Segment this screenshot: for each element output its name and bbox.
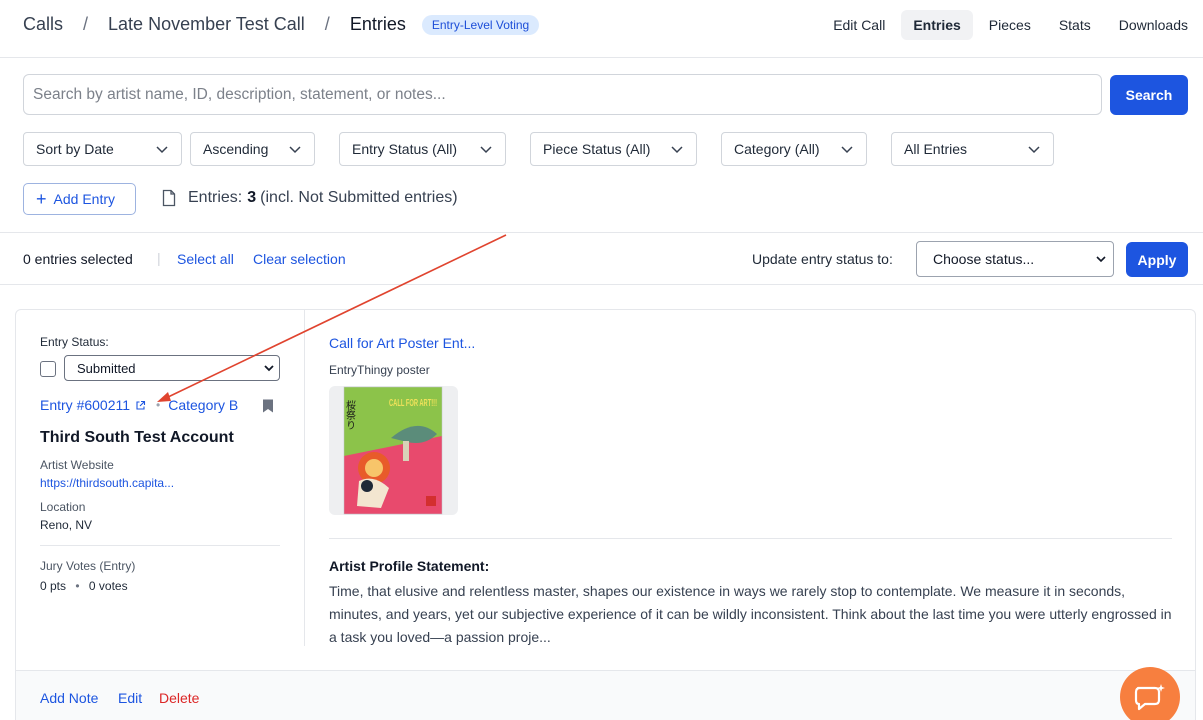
selection-bar: 0 entries selected | Select all Clear se… bbox=[0, 232, 1203, 285]
chevron-down-icon bbox=[1096, 256, 1106, 263]
entries-number: 3 bbox=[247, 189, 257, 206]
category-link[interactable]: Category B bbox=[168, 397, 238, 413]
piece-subtitle: EntryThingy poster bbox=[329, 363, 430, 377]
bookmark-icon[interactable] bbox=[262, 399, 274, 413]
website-label: Artist Website bbox=[40, 458, 114, 472]
artist-name: Third South Test Account bbox=[40, 429, 234, 446]
clear-selection-link[interactable]: Clear selection bbox=[253, 251, 346, 267]
separator: | bbox=[157, 250, 161, 266]
card-actions: Add Note Edit Delete bbox=[16, 670, 1195, 720]
search-input[interactable] bbox=[23, 74, 1102, 115]
chevron-down-icon bbox=[841, 146, 853, 154]
entry-status-filter-value: Entry Status (All) bbox=[352, 141, 458, 157]
nav-downloads[interactable]: Downloads bbox=[1107, 10, 1200, 40]
select-all-link[interactable]: Select all bbox=[177, 251, 234, 267]
apply-button[interactable]: Apply bbox=[1126, 242, 1188, 277]
breadcrumb: Calls / Late November Test Call / Entrie… bbox=[23, 14, 540, 35]
poster-image: CALL FOR ART!!! 桜祭り bbox=[344, 386, 443, 515]
nav-stats[interactable]: Stats bbox=[1047, 10, 1103, 40]
breadcrumb-separator: / bbox=[324, 14, 330, 34]
piece-thumbnail[interactable]: CALL FOR ART!!! 桜祭り bbox=[329, 386, 458, 515]
entries-scope-filter[interactable]: All Entries bbox=[891, 132, 1054, 166]
piece-status-filter[interactable]: Piece Status (All) bbox=[530, 132, 697, 166]
votes-value: 0 votes bbox=[88, 579, 128, 593]
poster-text: CALL FOR ART!!! bbox=[389, 398, 437, 409]
plus-icon: + bbox=[36, 189, 47, 209]
jury-votes-value: 0 pts • 0 votes bbox=[40, 579, 128, 593]
divider bbox=[40, 545, 280, 546]
chevron-down-icon bbox=[156, 146, 168, 154]
entry-select-checkbox[interactable] bbox=[40, 361, 56, 377]
chevron-down-icon bbox=[289, 146, 301, 154]
add-note-link[interactable]: Add Note bbox=[40, 690, 98, 706]
piece-title-link[interactable]: Call for Art Poster Ent... bbox=[329, 335, 475, 351]
update-status-label: Update entry status to: bbox=[752, 251, 893, 267]
delete-link[interactable]: Delete bbox=[159, 690, 199, 706]
selected-count: 0 entries selected bbox=[23, 251, 133, 267]
top-nav: Edit Call Entries Pieces Stats Downloads bbox=[817, 10, 1203, 40]
nav-pieces[interactable]: Pieces bbox=[977, 10, 1043, 40]
document-icon bbox=[162, 189, 176, 207]
order-value: Ascending bbox=[203, 141, 269, 157]
top-bar: Calls / Late November Test Call / Entrie… bbox=[0, 0, 1203, 58]
chevron-down-icon bbox=[1028, 146, 1040, 154]
entries-count: Entries: 3 (incl. Not Submitted entries) bbox=[162, 189, 458, 207]
entry-link-row: Entry #600211 • Category B bbox=[40, 397, 238, 413]
entry-card: Entry Status: Submitted Entry #600211 • … bbox=[15, 309, 1196, 720]
poster-kanji: 桜祭り bbox=[344, 399, 356, 430]
entries-note: (incl. Not Submitted entries) bbox=[260, 189, 458, 206]
entry-status-value: Submitted bbox=[77, 360, 136, 376]
add-entry-button[interactable]: + Add Entry bbox=[23, 183, 136, 215]
entry-status-filter[interactable]: Entry Status (All) bbox=[339, 132, 506, 166]
order-select[interactable]: Ascending bbox=[190, 132, 315, 166]
piece-status-filter-value: Piece Status (All) bbox=[543, 141, 651, 157]
category-filter-value: Category (All) bbox=[734, 141, 820, 157]
chat-support-button[interactable] bbox=[1120, 667, 1180, 720]
search-button[interactable]: Search bbox=[1110, 75, 1188, 115]
chevron-down-icon bbox=[480, 146, 492, 154]
dot-separator: • bbox=[156, 398, 161, 412]
chat-icon bbox=[1134, 684, 1165, 711]
website-link[interactable]: https://thirdsouth.capita... bbox=[40, 476, 174, 490]
entry-status-select[interactable]: Submitted bbox=[64, 355, 280, 381]
sort-by-value: Sort by Date bbox=[36, 141, 114, 157]
entries-label: Entries: bbox=[188, 189, 243, 206]
voting-badge: Entry-Level Voting bbox=[421, 14, 540, 35]
points-value: 0 pts bbox=[40, 579, 67, 593]
nav-entries[interactable]: Entries bbox=[901, 10, 973, 40]
category-filter[interactable]: Category (All) bbox=[721, 132, 867, 166]
dot-separator: • bbox=[75, 579, 80, 593]
location-value: Reno, NV bbox=[40, 518, 93, 532]
nav-edit-call[interactable]: Edit Call bbox=[821, 10, 897, 40]
entry-status-label: Entry Status: bbox=[40, 335, 109, 349]
breadcrumb-call[interactable]: Late November Test Call bbox=[108, 14, 305, 35]
breadcrumb-separator: / bbox=[83, 14, 89, 34]
jury-votes-label: Jury Votes (Entry) bbox=[40, 559, 136, 573]
artist-statement: Time, that elusive and relentless master… bbox=[329, 583, 1172, 645]
entry-id-link[interactable]: Entry #600211 bbox=[40, 397, 130, 413]
chevron-down-icon bbox=[671, 146, 683, 154]
divider bbox=[329, 538, 1172, 539]
location-label: Location bbox=[40, 500, 86, 514]
breadcrumb-current: Entries bbox=[349, 14, 406, 34]
entry-info-column: Entry Status: Submitted Entry #600211 • … bbox=[16, 310, 305, 646]
breadcrumb-calls[interactable]: Calls bbox=[23, 14, 63, 35]
edit-link[interactable]: Edit bbox=[118, 690, 142, 706]
bulk-status-select[interactable]: Choose status... bbox=[916, 241, 1114, 277]
external-link-icon[interactable] bbox=[135, 400, 146, 411]
entries-scope-value: All Entries bbox=[904, 141, 968, 157]
chevron-down-icon bbox=[264, 365, 274, 372]
add-entry-label: Add Entry bbox=[53, 191, 115, 207]
bulk-status-value: Choose status... bbox=[933, 251, 1035, 267]
sort-by-select[interactable]: Sort by Date bbox=[23, 132, 182, 166]
statement-title: Artist Profile Statement: bbox=[329, 558, 490, 574]
